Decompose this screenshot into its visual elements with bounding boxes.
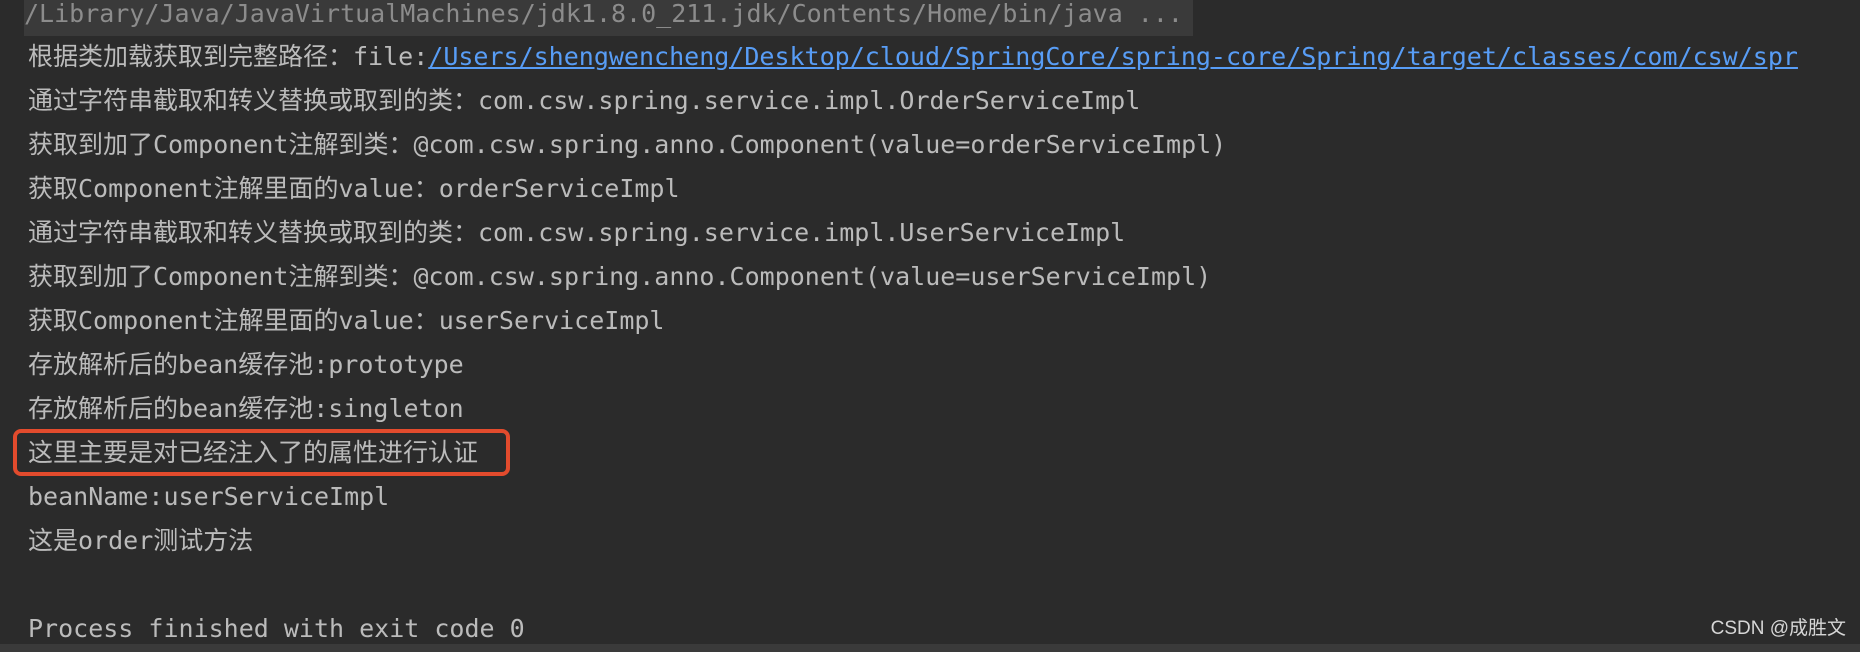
console-output[interactable]: /Library/Java/JavaVirtualMachines/jdk1.8… — [0, 0, 1860, 652]
red-highlight-box — [13, 429, 510, 476]
console-line: beanName:userServiceImpl — [28, 482, 390, 511]
console-line: 通过字符串截取和转义替换或取到的类：com.csw.spring.service… — [28, 86, 1141, 115]
classpath-link[interactable]: /Users/shengwencheng/Desktop/cloud/Sprin… — [428, 42, 1798, 71]
console-line: 存放解析后的bean缓存池:prototype — [28, 350, 464, 379]
classpath-label: 根据类加载获取到完整路径：file: — [28, 42, 429, 71]
console-line-classpath: 根据类加载获取到完整路径：file:/Users/shengwencheng/D… — [28, 35, 1798, 79]
console-line: 获取Component注解里面的value：orderServiceImpl — [28, 174, 680, 203]
console-line: 通过字符串截取和转义替换或取到的类：com.csw.spring.service… — [28, 218, 1126, 247]
console-line: 获取Component注解里面的value：userServiceImpl — [28, 306, 665, 335]
console-line: 获取到加了Component注解到类：@com.csw.spring.anno.… — [28, 130, 1227, 159]
console-line: 存放解析后的bean缓存池:singleton — [28, 394, 464, 423]
console-line: 这是order测试方法 — [28, 526, 254, 555]
command-line[interactable]: /Library/Java/JavaVirtualMachines/jdk1.8… — [24, 0, 1193, 36]
console-line: 获取到加了Component注解到类：@com.csw.spring.anno.… — [28, 262, 1212, 291]
bottom-scrollbar[interactable] — [0, 644, 1860, 652]
csdn-watermark: CSDN @成胜文 — [1710, 618, 1846, 639]
